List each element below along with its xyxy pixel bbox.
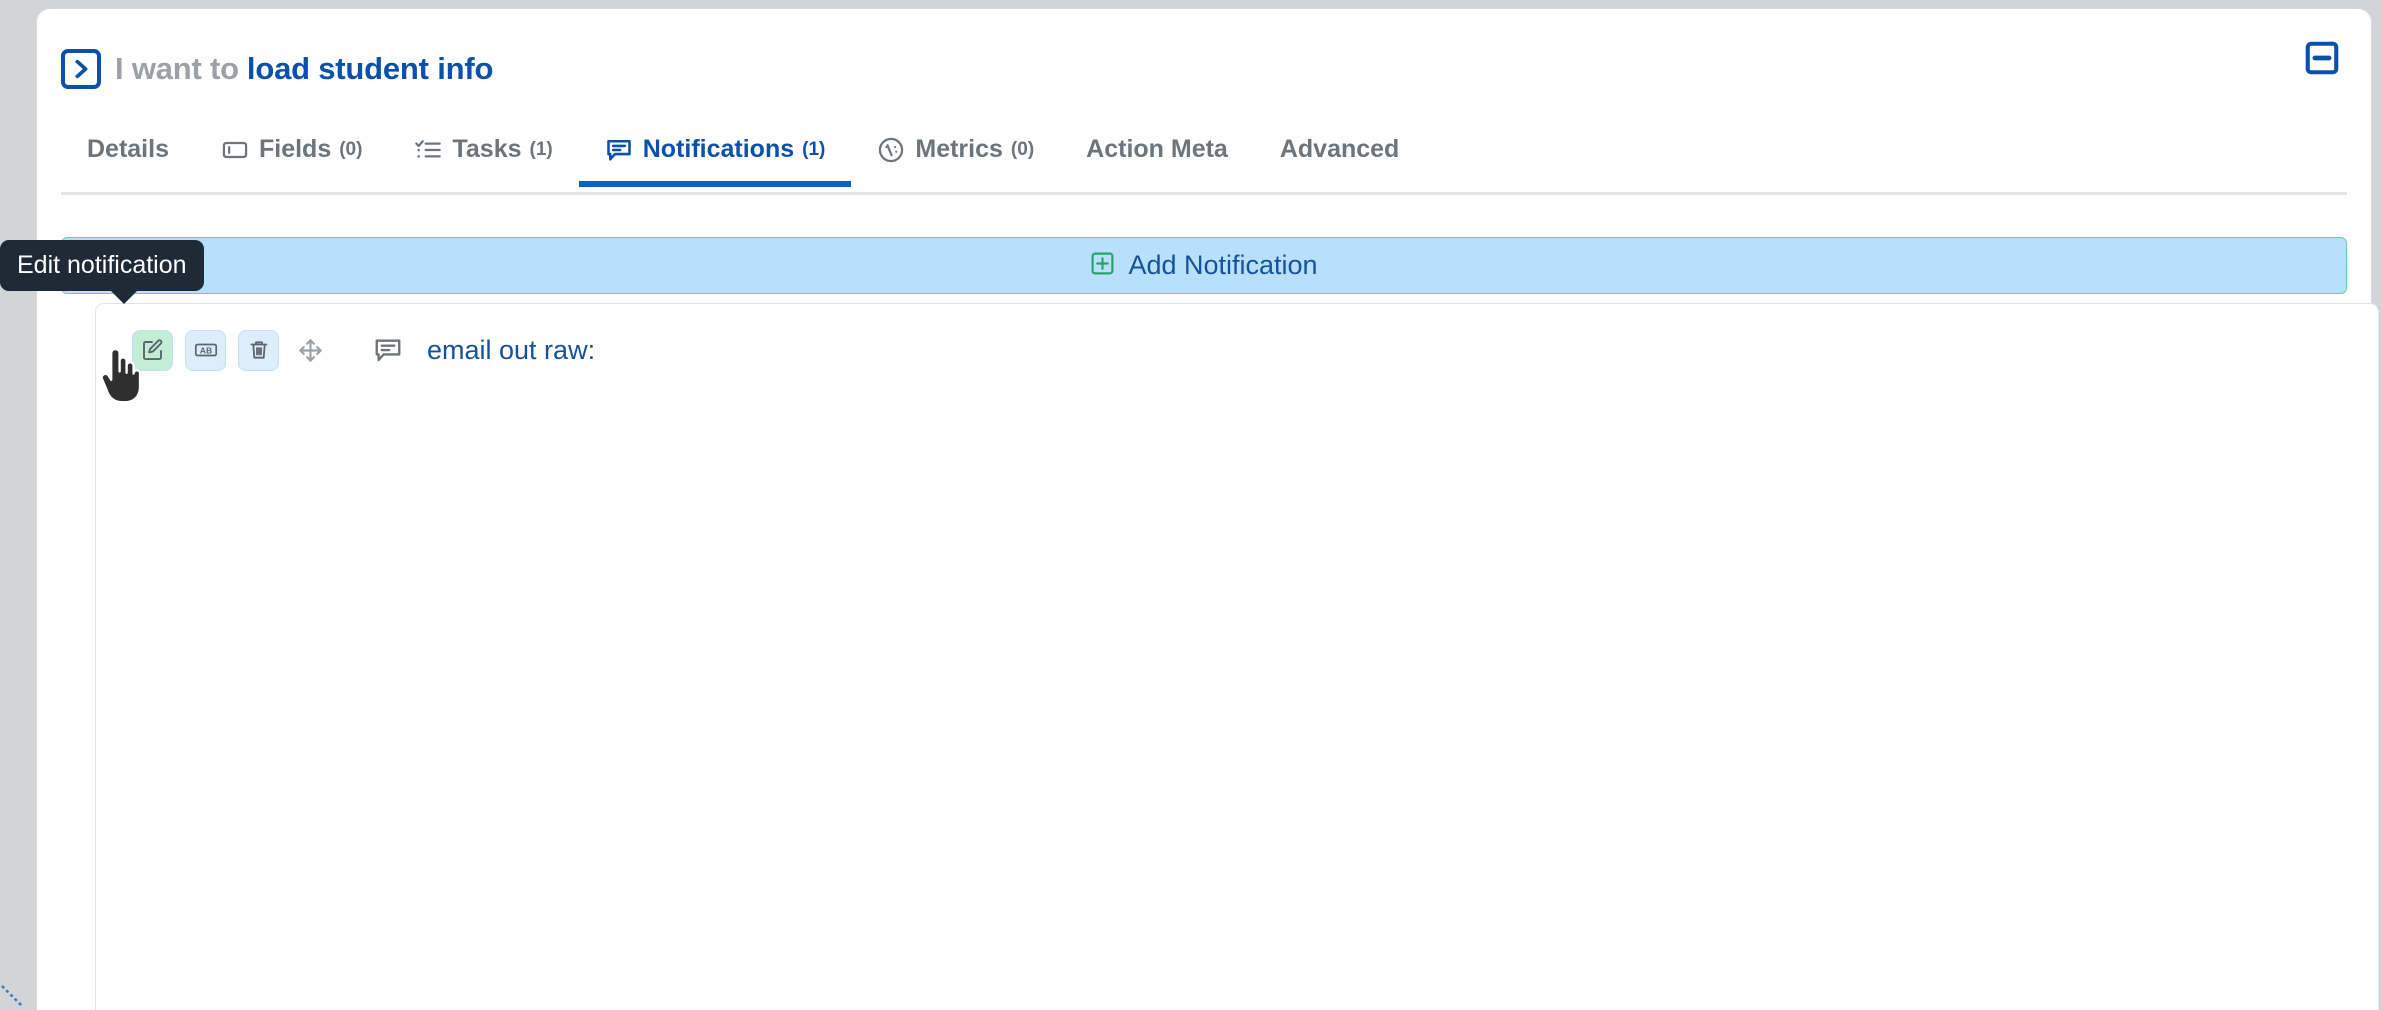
title-prefix: I want to <box>115 51 239 86</box>
collapse-button[interactable] <box>2303 39 2341 77</box>
tab-details[interactable]: Details <box>61 129 195 184</box>
notification-label[interactable]: email out raw: <box>427 335 595 366</box>
plus-square-icon <box>1090 251 1115 281</box>
tab-tasks[interactable]: Tasks (1) <box>388 129 578 184</box>
notification-row: AB email out raw: <box>132 326 595 374</box>
tab-label: Metrics <box>915 135 1003 163</box>
delete-notification-button[interactable] <box>238 329 279 371</box>
tab-count: (1) <box>802 138 826 160</box>
tab-label: Fields <box>258 135 332 163</box>
notification-bubble-icon <box>373 335 403 365</box>
tab-label: Details <box>87 135 169 163</box>
tasks-icon <box>414 136 442 164</box>
notification-icon <box>605 136 633 164</box>
tab-label: Action Meta <box>1086 135 1228 163</box>
add-notification-button[interactable]: Add Notification <box>61 237 2347 294</box>
tab-fields[interactable]: Fields (0) <box>195 129 388 184</box>
tooltip-edit-notification: Edit notification <box>0 240 204 304</box>
move-notification-handle[interactable] <box>291 331 329 369</box>
tab-metrics[interactable]: Metrics (0) <box>851 129 1060 184</box>
fields-icon <box>221 136 249 164</box>
pencil-square-icon <box>142 339 162 361</box>
resize-corner-mark <box>1 985 23 1007</box>
screen: I want to load student info Details Fiel… <box>0 0 2382 1010</box>
tab-bar: Details Fields (0) Tasks (1) Notificatio… <box>61 129 2347 195</box>
edit-notification-button[interactable] <box>132 329 173 371</box>
ab-rename-icon: AB <box>194 343 217 357</box>
svg-text:AB: AB <box>199 345 211 355</box>
tab-action-meta[interactable]: Action Meta <box>1060 129 1254 184</box>
tab-count: (1) <box>529 138 553 160</box>
tab-notifications[interactable]: Notifications (1) <box>578 129 852 187</box>
tab-label: Tasks <box>452 135 522 163</box>
move-arrows-icon <box>298 338 322 362</box>
tab-advanced[interactable]: Advanced <box>1254 129 1425 184</box>
trash-icon <box>250 341 267 359</box>
tooltip-text: Edit notification <box>17 251 187 279</box>
rename-notification-button[interactable]: AB <box>185 329 226 371</box>
chevron-right-icon <box>61 49 101 89</box>
tab-count: (0) <box>1010 138 1035 160</box>
card-header: I want to load student info <box>61 49 493 89</box>
notification-list-panel: AB email out raw: <box>95 303 2379 1010</box>
tab-label: Notifications <box>642 135 795 163</box>
tab-count: (0) <box>339 138 363 160</box>
action-card: I want to load student info Details Fiel… <box>36 8 2379 1010</box>
page-title: I want to load student info <box>115 51 493 87</box>
metrics-icon <box>877 136 905 164</box>
tab-label: Advanced <box>1279 135 1400 163</box>
title-main: load student info <box>246 51 494 86</box>
add-notification-label: Add Notification <box>1128 250 1318 280</box>
